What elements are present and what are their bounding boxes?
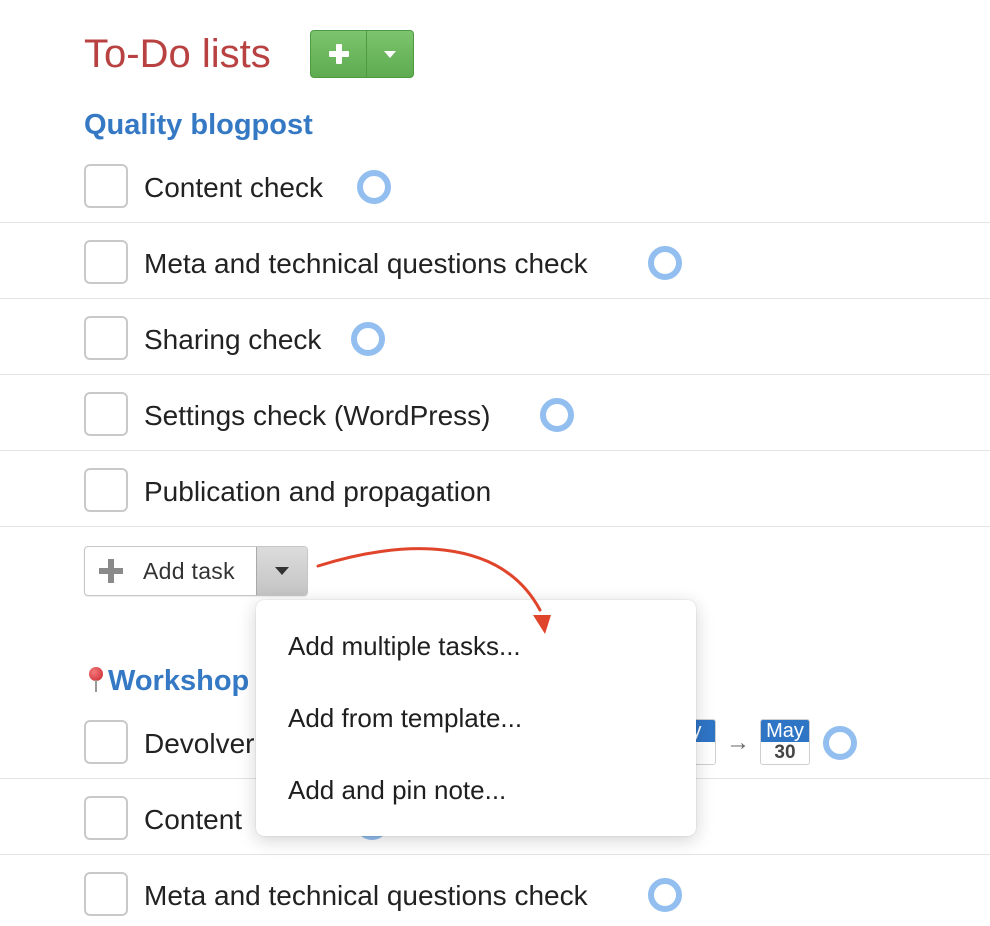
ring-icon[interactable] <box>351 322 385 356</box>
row-divider <box>0 298 990 299</box>
plus-icon <box>328 44 349 64</box>
task-checkbox[interactable] <box>84 468 128 512</box>
ring-icon[interactable] <box>357 170 391 204</box>
menu-item-add-from-template[interactable]: Add from template... <box>288 700 522 736</box>
page-title: To-Do lists <box>84 32 271 76</box>
chevron-down-icon <box>384 50 396 58</box>
task-label[interactable]: Meta and technical questions check <box>144 244 588 284</box>
arrow-right-icon: → <box>726 729 750 756</box>
add-list-menu-button[interactable] <box>367 31 413 77</box>
menu-item-add-multiple-tasks[interactable]: Add multiple tasks... <box>288 628 521 664</box>
menu-item-add-and-pin-note[interactable]: Add and pin note... <box>288 772 506 808</box>
row-divider <box>0 374 990 375</box>
add-task-menu-button[interactable] <box>256 547 307 595</box>
row-divider <box>0 222 990 223</box>
list-title-text: Workshop <box>108 665 250 697</box>
due-date-badge[interactable]: May 30 <box>760 719 810 765</box>
add-task-button[interactable]: Add task <box>85 547 256 595</box>
task-checkbox[interactable] <box>84 240 128 284</box>
chevron-down-icon <box>275 567 289 575</box>
row-divider <box>0 526 990 527</box>
task-checkbox[interactable] <box>84 796 128 840</box>
task-label[interactable]: Publication and propagation <box>144 472 491 512</box>
ring-icon[interactable] <box>540 398 574 432</box>
plus-icon <box>99 559 123 583</box>
task-label[interactable]: Sharing check <box>144 320 321 360</box>
task-label[interactable]: Settings check (WordPress) <box>144 396 491 436</box>
add-list-button-group <box>310 30 414 78</box>
ring-icon[interactable] <box>648 878 682 912</box>
add-list-button[interactable] <box>311 31 367 77</box>
add-task-label: Add task <box>143 557 235 584</box>
ring-icon[interactable] <box>823 726 857 760</box>
add-task-dropdown-menu: Add multiple tasks... Add from template.… <box>256 600 696 836</box>
due-date-month: May <box>761 720 809 742</box>
task-label[interactable]: Meta and technical questions check <box>144 876 588 916</box>
task-checkbox[interactable] <box>84 316 128 360</box>
row-divider <box>0 450 990 451</box>
task-checkbox[interactable] <box>84 392 128 436</box>
pushpin-icon <box>86 665 108 693</box>
task-checkbox[interactable] <box>84 872 128 916</box>
task-label[interactable]: Content check <box>144 168 323 208</box>
task-checkbox[interactable] <box>84 164 128 208</box>
task-checkbox[interactable] <box>84 720 128 764</box>
ring-icon[interactable] <box>648 246 682 280</box>
list-title[interactable]: Quality blogpost <box>84 108 313 142</box>
due-date-day: 30 <box>774 742 796 763</box>
row-divider <box>0 854 990 855</box>
add-task-button-group: Add task <box>84 546 308 596</box>
task-label[interactable]: Devolver <box>144 724 254 764</box>
list-title-pinned[interactable]: Workshop <box>86 664 249 698</box>
task-label[interactable]: Content <box>144 800 242 840</box>
